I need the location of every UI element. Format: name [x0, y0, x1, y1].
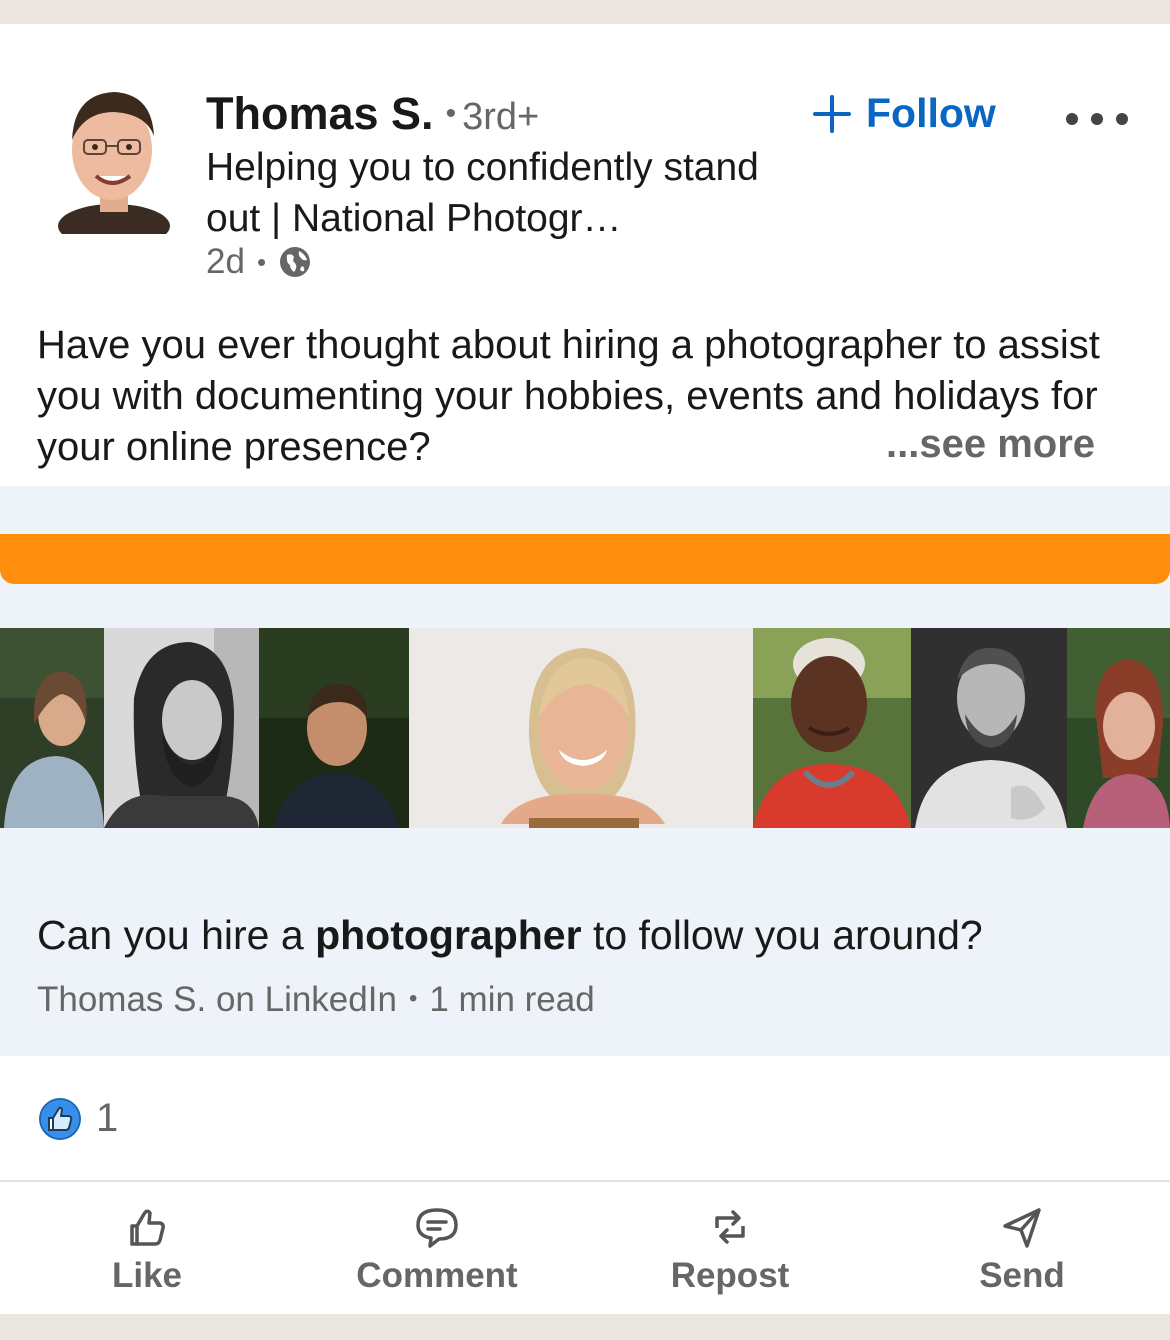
like-icon [130, 1209, 165, 1246]
article-meta-separator: • [408, 985, 418, 1012]
post-meta: 2d • [206, 242, 312, 282]
author-avatar[interactable] [52, 74, 174, 234]
divider [0, 1180, 1170, 1182]
article-title-end: to follow you around? [581, 912, 983, 958]
author-name[interactable]: Thomas S. [206, 88, 434, 139]
thumbs-up-icon [39, 1097, 81, 1140]
article-meta: Thomas S. on LinkedIn • 1 min read [37, 980, 595, 1020]
portrait-photo [0, 628, 104, 828]
like-button[interactable]: Like [27, 1204, 267, 1296]
repost-button[interactable]: Repost [610, 1204, 850, 1296]
reactions-summary[interactable]: 1 [38, 1096, 118, 1141]
article-title[interactable]: Can you hire a photographer to follow yo… [37, 912, 983, 959]
author-line[interactable]: Thomas S. • 3rd+ [206, 88, 539, 140]
globe-icon [280, 247, 311, 277]
see-more-link[interactable]: ...see more [886, 422, 1095, 467]
send-icon [1003, 1208, 1041, 1248]
comment-button[interactable]: Comment [317, 1204, 557, 1296]
comment-label: Comment [356, 1256, 518, 1295]
portrait-photo [911, 628, 1067, 828]
portrait-photo [104, 628, 259, 828]
connection-degree: 3rd+ [462, 96, 540, 138]
article-banner [0, 534, 1170, 584]
article-title-start: Can you hire a [37, 912, 316, 958]
more-options-icon[interactable] [1062, 104, 1136, 134]
article-preview[interactable]: Can you hire a photographer to follow yo… [0, 486, 1170, 1056]
article-source: Thomas S. on LinkedIn [37, 980, 397, 1019]
reaction-count: 1 [96, 1096, 119, 1140]
repost-label: Repost [670, 1256, 790, 1295]
portrait-photo [409, 628, 753, 828]
portrait-photo [1067, 628, 1170, 828]
article-read-time: 1 min read [429, 980, 595, 1019]
feed-post-card: Thomas S. • 3rd+ Helping you to confidentl… [0, 24, 1170, 1314]
comment-icon [416, 1208, 458, 1248]
meta-separator: • [256, 246, 267, 277]
plus-icon [813, 94, 851, 133]
article-title-keyword: photographer [315, 912, 582, 958]
follow-button[interactable]: Follow [812, 90, 996, 137]
author-headline[interactable]: Helping you to confidently stand out | N… [206, 142, 806, 244]
follow-label: Follow [866, 90, 996, 136]
degree-separator: • [445, 97, 457, 130]
article-image [0, 628, 1170, 828]
post-time: 2d [206, 242, 245, 281]
portrait-photo [259, 628, 409, 828]
repost-icon [715, 1210, 745, 1244]
like-label: Like [111, 1256, 183, 1295]
portrait-photo [753, 628, 911, 828]
action-bar: Like Comment Repost Send [0, 1204, 1170, 1314]
send-label: Send [979, 1256, 1065, 1295]
send-button[interactable]: Send [902, 1204, 1142, 1296]
